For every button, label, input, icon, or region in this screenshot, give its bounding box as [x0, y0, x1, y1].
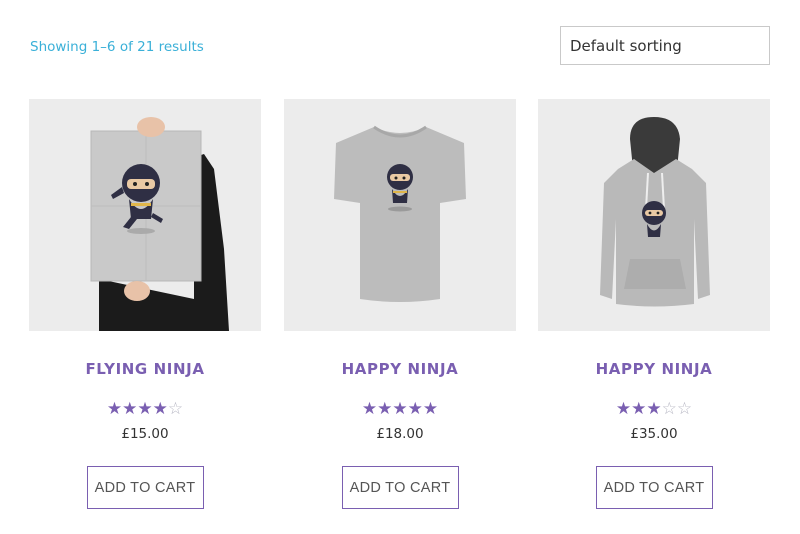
- star-icon: ★: [122, 399, 138, 419]
- star-icon: ★: [106, 399, 123, 419]
- star-icon: ★: [392, 399, 408, 419]
- add-to-cart-button[interactable]: ADD TO CART: [341, 466, 459, 509]
- add-to-cart-button[interactable]: ADD TO CART: [595, 466, 713, 509]
- star-icon: ★: [377, 399, 393, 419]
- product-price: £35.00: [630, 426, 678, 442]
- product-title[interactable]: HAPPY NINJA: [284, 360, 516, 378]
- star-outline-icon: ☆: [661, 399, 677, 419]
- result-count: Showing 1–6 of 21 results: [30, 39, 204, 55]
- product-title[interactable]: FLYING NINJA: [29, 360, 261, 378]
- star-icon: ★: [615, 399, 632, 419]
- star-outline-icon: ☆: [167, 399, 184, 419]
- star-icon: ★: [137, 399, 153, 419]
- star-icon: ★: [361, 399, 378, 419]
- product-card: HAPPY NINJA ★★★★★ £18.00 ADD TO CART: [284, 99, 516, 509]
- star-icon: ★: [422, 399, 439, 419]
- product-price: £18.00: [376, 426, 424, 442]
- star-rating: ★★★☆☆: [538, 400, 770, 418]
- add-to-cart-button[interactable]: ADD TO CART: [86, 466, 204, 509]
- product-card: HAPPY NINJA ★★★☆☆ £35.00 ADD TO CART: [538, 99, 770, 509]
- poster-ninja-image[interactable]: [29, 99, 261, 331]
- product-price: £15.00: [121, 426, 169, 442]
- hoodie-ninja-image[interactable]: [538, 99, 770, 331]
- star-icon: ★: [152, 399, 168, 419]
- star-icon: ★: [631, 399, 647, 419]
- star-icon: ★: [407, 399, 423, 419]
- star-icon: ★: [646, 399, 662, 419]
- product-card: FLYING NINJA ★★★★☆ £15.00 ADD TO CART: [29, 99, 261, 509]
- product-title[interactable]: HAPPY NINJA: [538, 360, 770, 378]
- star-outline-icon: ☆: [676, 399, 693, 419]
- tshirt-ninja-image[interactable]: [284, 99, 516, 331]
- star-rating: ★★★★☆: [29, 400, 261, 418]
- sorting-select[interactable]: Default sorting: [560, 26, 770, 65]
- star-rating: ★★★★★: [284, 400, 516, 418]
